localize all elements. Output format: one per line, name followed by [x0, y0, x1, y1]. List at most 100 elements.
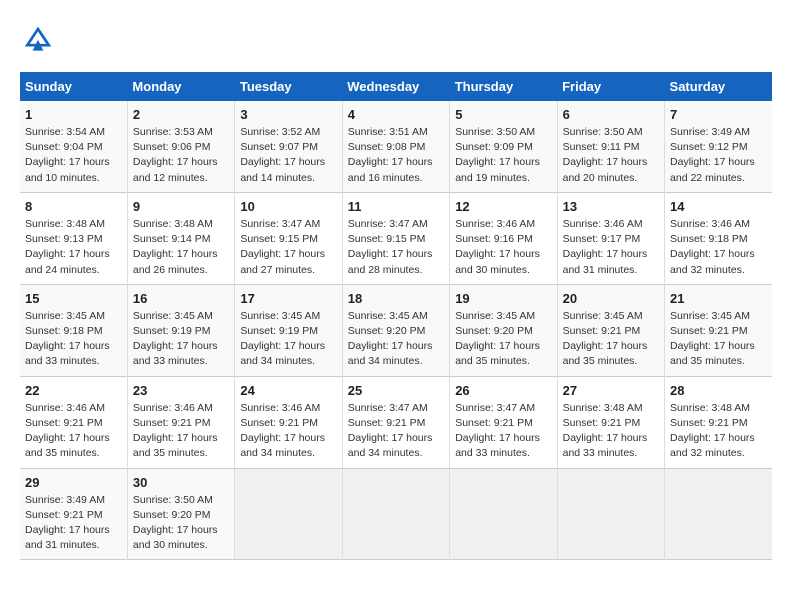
day-number: 25	[348, 383, 444, 398]
calendar-cell: 5Sunrise: 3:50 AMSunset: 9:09 PMDaylight…	[450, 101, 557, 192]
header-tuesday: Tuesday	[235, 72, 342, 101]
calendar-cell: 29 Sunrise: 3:49 AMSunset: 9:21 PMDayligh…	[20, 468, 127, 560]
calendar-cell: 18 Sunrise: 3:45 AMSunset: 9:20 PMDayligh…	[342, 284, 449, 376]
calendar-cell: 4Sunrise: 3:51 AMSunset: 9:08 PMDaylight…	[342, 101, 449, 192]
day-number: 26	[455, 383, 551, 398]
day-detail: Sunrise: 3:50 AMSunset: 9:11 PMDaylight:…	[563, 125, 659, 186]
page-header	[20, 20, 772, 56]
day-number: 12	[455, 199, 551, 214]
header-friday: Friday	[557, 72, 664, 101]
calendar-cell: 19Sunrise: 3:45 AMSunset: 9:20 PMDayligh…	[450, 284, 557, 376]
day-number: 27	[563, 383, 659, 398]
header-sunday: Sunday	[20, 72, 127, 101]
day-detail: Sunrise: 3:48 AMSunset: 9:13 PMDaylight:…	[25, 217, 122, 278]
week-row-5: 29 Sunrise: 3:49 AMSunset: 9:21 PMDayligh…	[20, 468, 772, 560]
header-wednesday: Wednesday	[342, 72, 449, 101]
day-number: 6	[563, 107, 659, 122]
header-saturday: Saturday	[665, 72, 772, 101]
calendar-cell: 10 Sunrise: 3:47 AMSunset: 9:15 PMDayligh…	[235, 192, 342, 284]
calendar-cell: 1 Sunrise: 3:54 AMSunset: 9:04 PMDaylight…	[20, 101, 127, 192]
calendar-cell: 12 Sunrise: 3:46 AMSunset: 9:16 PMDayligh…	[450, 192, 557, 284]
day-detail: Sunrise: 3:49 AMSunset: 9:21 PMDaylight:…	[25, 493, 122, 554]
calendar-cell	[235, 468, 342, 560]
day-number: 13	[563, 199, 659, 214]
calendar-cell: 2 Sunrise: 3:53 AMSunset: 9:06 PMDaylight…	[127, 101, 234, 192]
day-number: 14	[670, 199, 767, 214]
week-row-2: 8 Sunrise: 3:48 AMSunset: 9:13 PMDaylight…	[20, 192, 772, 284]
header-monday: Monday	[127, 72, 234, 101]
day-detail: Sunrise: 3:46 AMSunset: 9:18 PMDaylight:…	[670, 217, 767, 278]
calendar-cell: 17 Sunrise: 3:45 AMSunset: 9:19 PMDayligh…	[235, 284, 342, 376]
day-detail: Sunrise: 3:47 AMSunset: 9:21 PMDaylight:…	[348, 401, 444, 462]
day-detail: Sunrise: 3:45 AMSunset: 9:21 PMDaylight:…	[670, 309, 767, 370]
calendar-cell: 21 Sunrise: 3:45 AMSunset: 9:21 PMDayligh…	[665, 284, 772, 376]
day-number: 10	[240, 199, 336, 214]
day-detail: Sunrise: 3:46 AMSunset: 9:21 PMDaylight:…	[240, 401, 336, 462]
day-detail: Sunrise: 3:48 AMSunset: 9:21 PMDaylight:…	[670, 401, 767, 462]
calendar-cell: 6 Sunrise: 3:50 AMSunset: 9:11 PMDaylight…	[557, 101, 664, 192]
calendar-cell: 16 Sunrise: 3:45 AMSunset: 9:19 PMDayligh…	[127, 284, 234, 376]
calendar-cell: 9 Sunrise: 3:48 AMSunset: 9:14 PMDaylight…	[127, 192, 234, 284]
logo-icon	[20, 20, 56, 56]
day-number: 2	[133, 107, 229, 122]
day-detail: Sunrise: 3:46 AMSunset: 9:16 PMDaylight:…	[455, 217, 551, 278]
day-number: 4	[348, 107, 444, 122]
calendar-cell	[557, 468, 664, 560]
calendar-cell: 30 Sunrise: 3:50 AMSunset: 9:20 PMDayligh…	[127, 468, 234, 560]
day-number: 30	[133, 475, 229, 490]
day-detail: Sunrise: 3:47 AMSunset: 9:15 PMDaylight:…	[348, 217, 444, 278]
calendar-cell	[342, 468, 449, 560]
day-number: 7	[670, 107, 767, 122]
week-row-4: 22 Sunrise: 3:46 AMSunset: 9:21 PMDayligh…	[20, 376, 772, 468]
day-detail: Sunrise: 3:47 AMSunset: 9:15 PMDaylight:…	[240, 217, 336, 278]
header-thursday: Thursday	[450, 72, 557, 101]
day-detail: Sunrise: 3:47 AMSunset: 9:21 PMDaylight:…	[455, 401, 551, 462]
calendar-cell: 28 Sunrise: 3:48 AMSunset: 9:21 PMDayligh…	[665, 376, 772, 468]
day-number: 3	[240, 107, 336, 122]
day-detail: Sunrise: 3:45 AMSunset: 9:18 PMDaylight:…	[25, 309, 122, 370]
calendar-header: SundayMondayTuesdayWednesdayThursdayFrid…	[20, 72, 772, 101]
day-number: 29	[25, 475, 122, 490]
day-detail: Sunrise: 3:46 AMSunset: 9:21 PMDaylight:…	[133, 401, 229, 462]
day-number: 22	[25, 383, 122, 398]
day-number: 16	[133, 291, 229, 306]
week-row-3: 15 Sunrise: 3:45 AMSunset: 9:18 PMDayligh…	[20, 284, 772, 376]
day-detail: Sunrise: 3:45 AMSunset: 9:20 PMDaylight:…	[455, 309, 551, 370]
calendar-cell: 22 Sunrise: 3:46 AMSunset: 9:21 PMDayligh…	[20, 376, 127, 468]
day-detail: Sunrise: 3:45 AMSunset: 9:20 PMDaylight:…	[348, 309, 444, 370]
calendar-cell: 15 Sunrise: 3:45 AMSunset: 9:18 PMDayligh…	[20, 284, 127, 376]
day-detail: Sunrise: 3:54 AMSunset: 9:04 PMDaylight:…	[25, 125, 122, 186]
day-detail: Sunrise: 3:50 AMSunset: 9:09 PMDaylight:…	[455, 125, 551, 186]
day-number: 17	[240, 291, 336, 306]
calendar-body: 1 Sunrise: 3:54 AMSunset: 9:04 PMDaylight…	[20, 101, 772, 560]
calendar-cell: 24 Sunrise: 3:46 AMSunset: 9:21 PMDayligh…	[235, 376, 342, 468]
day-detail: Sunrise: 3:46 AMSunset: 9:21 PMDaylight:…	[25, 401, 122, 462]
week-row-1: 1 Sunrise: 3:54 AMSunset: 9:04 PMDaylight…	[20, 101, 772, 192]
calendar-cell: 11Sunrise: 3:47 AMSunset: 9:15 PMDayligh…	[342, 192, 449, 284]
day-number: 15	[25, 291, 122, 306]
day-number: 1	[25, 107, 122, 122]
day-detail: Sunrise: 3:46 AMSunset: 9:17 PMDaylight:…	[563, 217, 659, 278]
logo	[20, 20, 62, 56]
calendar-cell: 7 Sunrise: 3:49 AMSunset: 9:12 PMDaylight…	[665, 101, 772, 192]
day-number: 24	[240, 383, 336, 398]
day-detail: Sunrise: 3:45 AMSunset: 9:19 PMDaylight:…	[240, 309, 336, 370]
calendar-cell: 3 Sunrise: 3:52 AMSunset: 9:07 PMDaylight…	[235, 101, 342, 192]
day-number: 21	[670, 291, 767, 306]
day-number: 28	[670, 383, 767, 398]
calendar-cell	[665, 468, 772, 560]
day-number: 18	[348, 291, 444, 306]
day-detail: Sunrise: 3:49 AMSunset: 9:12 PMDaylight:…	[670, 125, 767, 186]
calendar-cell	[450, 468, 557, 560]
day-detail: Sunrise: 3:48 AMSunset: 9:14 PMDaylight:…	[133, 217, 229, 278]
day-detail: Sunrise: 3:50 AMSunset: 9:20 PMDaylight:…	[133, 493, 229, 554]
day-number: 9	[133, 199, 229, 214]
day-detail: Sunrise: 3:52 AMSunset: 9:07 PMDaylight:…	[240, 125, 336, 186]
calendar-cell: 20Sunrise: 3:45 AMSunset: 9:21 PMDayligh…	[557, 284, 664, 376]
day-detail: Sunrise: 3:45 AMSunset: 9:19 PMDaylight:…	[133, 309, 229, 370]
day-number: 8	[25, 199, 122, 214]
day-detail: Sunrise: 3:48 AMSunset: 9:21 PMDaylight:…	[563, 401, 659, 462]
calendar-cell: 27 Sunrise: 3:48 AMSunset: 9:21 PMDayligh…	[557, 376, 664, 468]
day-detail: Sunrise: 3:53 AMSunset: 9:06 PMDaylight:…	[133, 125, 229, 186]
calendar-table: SundayMondayTuesdayWednesdayThursdayFrid…	[20, 72, 772, 560]
